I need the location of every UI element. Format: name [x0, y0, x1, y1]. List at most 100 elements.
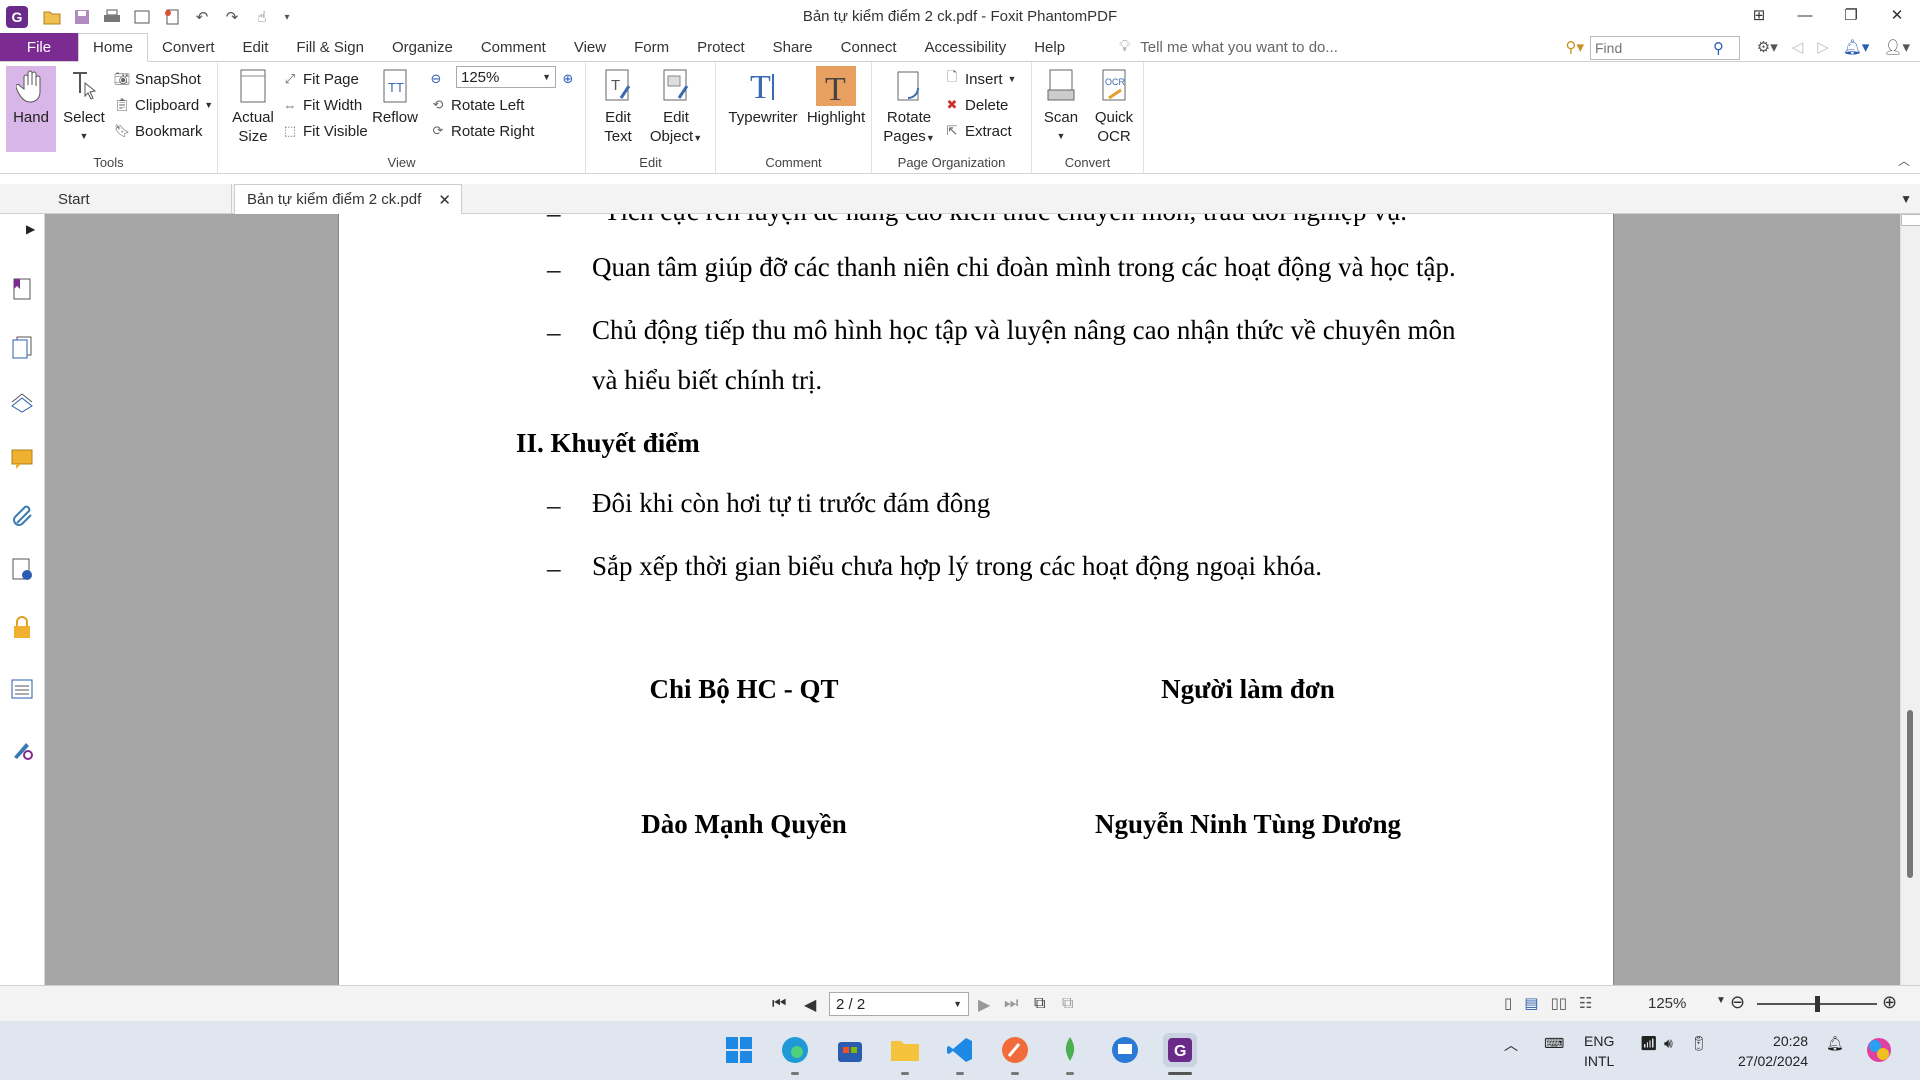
print-icon[interactable]	[102, 7, 122, 27]
pages-panel-icon[interactable]	[9, 334, 35, 360]
fit-page-button[interactable]: ⤢ Fit Page	[282, 68, 359, 90]
facing-page-icon[interactable]: ▯▯	[1550, 994, 1567, 1012]
rotate-pages-button[interactable]: Rotate Pages▼	[880, 66, 938, 148]
hand-button[interactable]: Hand	[6, 66, 56, 152]
next-page-icon[interactable]: ▶	[978, 995, 990, 1015]
ribbon-display-icon[interactable]: ⊞	[1736, 0, 1782, 30]
close-tab-icon[interactable]: ✕	[438, 191, 451, 209]
layers-panel-icon[interactable]	[9, 390, 35, 416]
clock[interactable]: 20:28 27/02/2024	[1738, 1031, 1808, 1071]
reflow-button[interactable]: TT Reflow	[372, 66, 418, 127]
tab-document[interactable]: Bản tự kiểm điểm 2 ck.pdf ✕	[234, 184, 462, 214]
next-view-icon[interactable]: ⧉	[1062, 995, 1073, 1013]
expand-panel-icon[interactable]: ▶	[26, 222, 35, 236]
volume-icon[interactable]: 🔊︎	[1664, 1035, 1673, 1052]
find-options-icon[interactable]: ⚲▾	[1565, 38, 1584, 56]
previous-page-icon[interactable]: ◀	[804, 995, 816, 1015]
wifi-icon[interactable]: 📶︎	[1640, 1035, 1658, 1052]
tab-accessibility[interactable]: Accessibility	[911, 33, 1021, 61]
quick-ocr-button[interactable]: OCR Quick OCR	[1090, 66, 1138, 146]
undo-icon[interactable]: ↶	[192, 7, 212, 27]
zoom-dropdown-icon[interactable]: ▼	[1716, 995, 1726, 1006]
notification-bell-icon[interactable]: 🔔︎	[1826, 1035, 1844, 1052]
tell-me-box[interactable]: 💡︎ Tell me what you want to do...	[1119, 33, 1338, 61]
mongodb-icon[interactable]	[1053, 1033, 1087, 1067]
zoom-in-status-icon[interactable]: ⊕	[1882, 992, 1897, 1013]
open-folder-icon[interactable]	[42, 7, 62, 27]
minimize-button[interactable]: —	[1782, 0, 1828, 30]
continuous-facing-icon[interactable]: ☷	[1579, 994, 1592, 1012]
attachments-panel-icon[interactable]	[9, 502, 35, 528]
snapshot-button[interactable]: 📷︎ SnapShot	[114, 68, 201, 90]
tab-convert[interactable]: Convert	[148, 33, 229, 61]
scan-button[interactable]: Scan ▼	[1038, 66, 1084, 146]
show-hidden-icons[interactable]: ︿	[1504, 1035, 1518, 1055]
back-icon[interactable]: ◁	[1792, 38, 1804, 56]
continuous-page-icon[interactable]: ▤	[1524, 994, 1538, 1012]
customize-qa-icon[interactable]: ▾	[282, 7, 292, 27]
tab-home[interactable]: Home	[78, 33, 149, 62]
page-number-box[interactable]: 2 / 2 ▼	[829, 992, 969, 1016]
find-input[interactable]	[1595, 40, 1713, 56]
typewriter-button[interactable]: T Typewriter	[724, 66, 802, 127]
properties-icon[interactable]	[132, 7, 152, 27]
edit-object-button[interactable]: Edit Object▼	[646, 66, 706, 148]
keyboard-layout-icon[interactable]: ⌨	[1544, 1035, 1564, 1052]
redo-icon[interactable]: ↷	[222, 7, 242, 27]
rotate-right-button[interactable]: ⟳ Rotate Right	[430, 120, 535, 142]
document-view[interactable]: – Tích cực rèn luyện để nâng cao kiến th…	[45, 214, 1900, 985]
foxit-taskbar-icon[interactable]: G	[1163, 1033, 1197, 1067]
tab-comment[interactable]: Comment	[467, 33, 560, 61]
battery-icon[interactable]: 🔋︎	[1690, 1035, 1708, 1052]
zoom-out-icon[interactable]: ⊖	[428, 68, 444, 90]
zoom-select[interactable]: 125% ▼	[456, 66, 556, 88]
tab-edit[interactable]: Edit	[229, 33, 283, 61]
vertical-scrollbar[interactable]	[1900, 214, 1920, 985]
bell-icon[interactable]: 🔔︎▾	[1843, 38, 1870, 56]
extract-button[interactable]: ⇱ Extract	[944, 120, 1012, 142]
edit-text-button[interactable]: T Edit Text	[594, 66, 642, 146]
last-page-icon[interactable]: ⏭	[1004, 995, 1018, 1013]
zoom-in-icon[interactable]: ⊕	[560, 68, 576, 90]
tab-fill-sign[interactable]: Fill & Sign	[282, 33, 378, 61]
microsoft-store-icon[interactable]	[833, 1033, 867, 1067]
file-tab[interactable]: File	[0, 33, 78, 61]
postman-icon[interactable]	[998, 1033, 1032, 1067]
tab-form[interactable]: Form	[620, 33, 683, 61]
vscode-icon[interactable]	[943, 1033, 977, 1067]
zoom-level[interactable]: 125%	[1648, 995, 1686, 1012]
tags-panel-icon[interactable]	[9, 736, 35, 762]
restore-button[interactable]: ❐	[1828, 0, 1874, 30]
new-pdf-icon[interactable]	[162, 7, 182, 27]
select-button[interactable]: Select ▼	[60, 66, 108, 146]
bookmark-button[interactable]: 🔖︎ Bookmark	[114, 120, 203, 142]
user-icon[interactable]: 👤︎▾	[1883, 38, 1910, 56]
tab-start[interactable]: Start	[46, 184, 232, 214]
first-page-icon[interactable]: ⏮	[772, 995, 786, 1013]
highlight-button[interactable]: T Highlight	[806, 66, 866, 127]
tabs-dropdown-icon[interactable]: ▼	[1900, 192, 1912, 206]
zoom-slider-knob[interactable]	[1815, 996, 1820, 1012]
remote-desktop-icon[interactable]	[1108, 1033, 1142, 1067]
collapse-ribbon-icon[interactable]: ︿	[1898, 152, 1910, 169]
actual-size-button[interactable]: Actual Size	[228, 66, 278, 146]
tab-protect[interactable]: Protect	[683, 33, 759, 61]
comments-panel-icon[interactable]	[9, 446, 35, 472]
rotate-left-button[interactable]: ⟲ Rotate Left	[430, 94, 525, 116]
edge-browser-icon[interactable]	[778, 1033, 812, 1067]
close-button[interactable]: ✕	[1874, 0, 1920, 30]
zoom-out-status-icon[interactable]: ⊖	[1730, 992, 1745, 1013]
fit-width-button[interactable]: ⇔ Fit Width	[282, 94, 363, 116]
save-icon[interactable]	[72, 7, 92, 27]
copilot-icon[interactable]	[1862, 1033, 1896, 1067]
forward-icon[interactable]: ▷	[1817, 38, 1829, 56]
delete-button[interactable]: ✖ Delete	[944, 94, 1009, 116]
security-lock-icon[interactable]	[9, 614, 35, 640]
content-panel-icon[interactable]	[9, 676, 35, 702]
scroll-up-button[interactable]	[1901, 214, 1920, 226]
tab-view[interactable]: View	[560, 33, 620, 61]
single-page-icon[interactable]: ▯	[1504, 994, 1512, 1012]
touch-mode-icon[interactable]: ☝	[252, 7, 272, 27]
signatures-panel-icon[interactable]	[9, 556, 35, 582]
scroll-thumb[interactable]	[1907, 710, 1913, 878]
